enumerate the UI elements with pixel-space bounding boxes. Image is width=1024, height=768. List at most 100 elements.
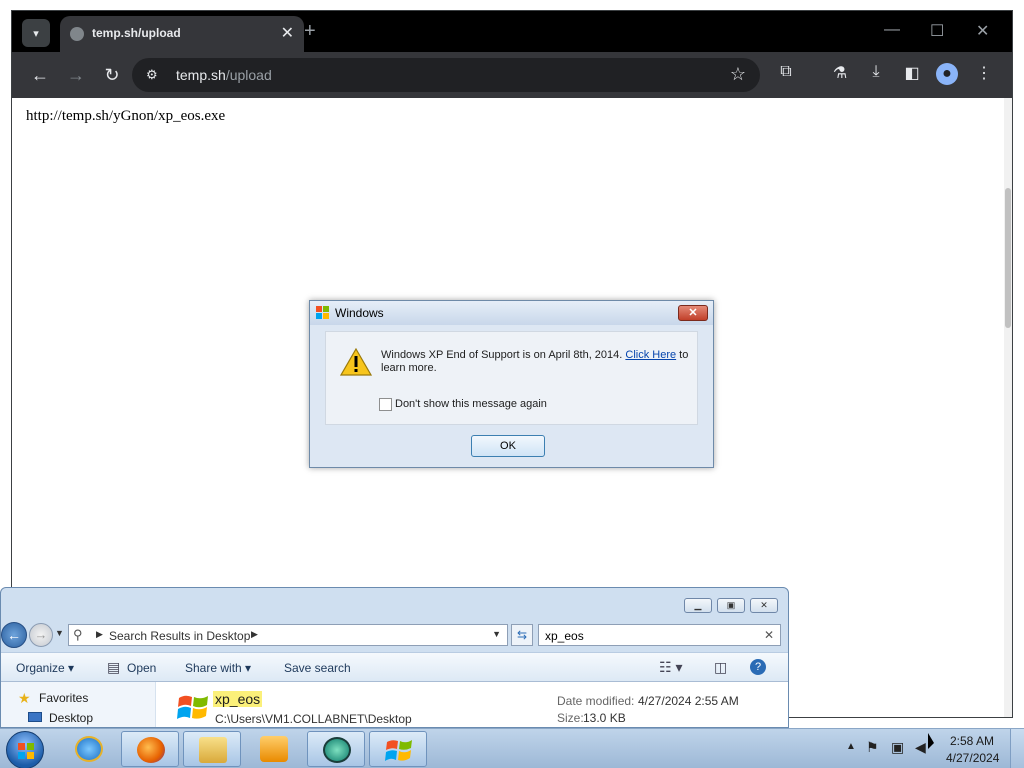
- show-desktop-button[interactable]: [1010, 729, 1024, 768]
- open-button[interactable]: Open: [127, 661, 156, 675]
- dont-show-checkbox-label[interactable]: Don't show this message again: [395, 398, 547, 410]
- url-path: /upload: [225, 67, 272, 83]
- explorer-restore-button[interactable]: ▣: [717, 598, 745, 613]
- explorer-minimize-button[interactable]: ▁: [684, 598, 712, 613]
- recent-pages-dropdown-icon[interactable]: ▼: [55, 628, 64, 638]
- back-arrow-icon[interactable]: ←: [1, 622, 27, 648]
- address-dropdown-icon[interactable]: ▼: [492, 629, 501, 639]
- site-info-icon[interactable]: ⚙: [146, 67, 158, 83]
- size-value: 13.0 KB: [583, 711, 626, 725]
- minimize-button[interactable]: —: [884, 21, 900, 39]
- download-icon[interactable]: ⤓: [864, 63, 888, 81]
- folder-icon: [199, 737, 227, 763]
- internet-explorer-icon: [75, 736, 103, 762]
- windows-flag-icon: [177, 695, 208, 719]
- explorer-search-input[interactable]: xp_eos ✕: [538, 624, 781, 646]
- firefox-icon: [137, 737, 165, 763]
- taskbar-media-player[interactable]: [245, 731, 303, 767]
- network-icon[interactable]: ▣: [891, 739, 904, 756]
- search-result-item[interactable]: xp_eos C:\Users\VM1.COLLABNET\Desktop Da…: [171, 684, 783, 727]
- url-host: temp.sh: [176, 67, 226, 83]
- dialog-close-button[interactable]: ✕: [678, 305, 708, 321]
- ok-button[interactable]: OK: [471, 435, 545, 457]
- profile-avatar-icon[interactable]: ●: [936, 63, 958, 85]
- globe-icon: [323, 737, 351, 763]
- warning-icon: [340, 348, 372, 376]
- search-magnifier-icon: ⚲: [73, 627, 83, 642]
- dialog-titlebar[interactable]: Windows ✕: [310, 301, 713, 325]
- side-panel-icon[interactable]: ◧: [900, 63, 924, 83]
- media-player-icon: [260, 736, 288, 762]
- scrollbar-thumb[interactable]: [1005, 188, 1011, 328]
- mouse-cursor-icon: [928, 733, 934, 749]
- clock-date[interactable]: 4/27/2024: [946, 751, 999, 765]
- explorer-address-row: ← → ▼ ⚲ ▶ Search Results in Desktop ▶ ▼ …: [1, 622, 788, 648]
- explorer-window: ▁ ▣ ✕ ← → ▼ ⚲ ▶ Search Results in Deskto…: [0, 587, 789, 728]
- breadcrumb-chevron-icon[interactable]: ▶: [251, 629, 258, 640]
- extensions-icon[interactable]: ⧉: [774, 63, 798, 81]
- taskbar: ▲ ⚑ ▣ ◀ 2:58 AM 4/27/2024: [0, 728, 1024, 768]
- forward-icon[interactable]: →: [64, 63, 88, 87]
- dialog-title: Windows: [335, 306, 384, 320]
- breadcrumb[interactable]: Search Results in Desktop: [109, 629, 250, 643]
- explorer-close-button[interactable]: ✕: [750, 598, 778, 613]
- taskbar-firefox[interactable]: [121, 731, 179, 767]
- menu-kebab-icon[interactable]: ⋮: [972, 63, 996, 83]
- tab-title: temp.sh/upload: [92, 26, 181, 40]
- result-file-path: C:\Users\VM1.COLLABNET\Desktop: [215, 712, 412, 726]
- volume-muted-icon[interactable]: ◀: [915, 739, 926, 756]
- navigation-pane: ★ Favorites Desktop: [1, 682, 156, 727]
- search-query: xp_eos: [545, 629, 584, 643]
- tab-search-button[interactable]: ▾: [22, 19, 50, 47]
- forward-arrow-icon[interactable]: →: [29, 623, 53, 647]
- breadcrumb-chevron-icon[interactable]: ▶: [96, 629, 103, 640]
- maximize-button[interactable]: ☐: [930, 21, 944, 41]
- tab-bar: ▾ temp.sh/upload ✕ + — ☐ ✕: [12, 11, 1012, 52]
- dont-show-checkbox[interactable]: [379, 398, 392, 411]
- save-search-button[interactable]: Save search: [284, 661, 351, 675]
- show-hidden-icons-icon[interactable]: ▲: [846, 741, 856, 752]
- taskbar-globe-app[interactable]: [307, 731, 365, 767]
- refresh-icon[interactable]: ⇆: [511, 624, 533, 646]
- dialog-body: Windows XP End of Support is on April 8t…: [325, 331, 698, 425]
- organize-button[interactable]: Organize ▾: [16, 661, 74, 675]
- tab-temp-sh-upload[interactable]: temp.sh/upload ✕: [60, 16, 304, 52]
- taskbar-windows-xp-eos[interactable]: [369, 731, 427, 767]
- share-with-button[interactable]: Share with ▾: [185, 661, 251, 675]
- back-icon[interactable]: ←: [28, 63, 52, 87]
- nav-item-favorites[interactable]: Favorites: [39, 691, 88, 705]
- click-here-link[interactable]: Click Here: [625, 349, 676, 361]
- start-button[interactable]: [6, 731, 44, 768]
- view-options-icon[interactable]: ☷ ▾: [659, 659, 682, 676]
- date-modified-label: Date modified:: [557, 694, 635, 708]
- open-icon: ▤: [107, 659, 121, 675]
- result-file-name: xp_eos: [213, 691, 263, 707]
- size-label: Size:: [557, 711, 584, 725]
- windows-logo-icon: [18, 743, 34, 759]
- tab-close-button[interactable]: ✕: [281, 23, 294, 43]
- labs-flask-icon[interactable]: ⚗: [828, 63, 852, 83]
- page-url-text: http://temp.sh/yGnon/xp_eos.exe: [26, 108, 226, 124]
- explorer-body: ★ Favorites Desktop xp_eos C:\Users\VM1.…: [1, 682, 788, 727]
- explorer-address-bar[interactable]: ⚲ ▶ Search Results in Desktop ▶ ▼: [68, 624, 508, 646]
- favorites-star-icon: ★: [18, 690, 31, 706]
- taskbar-internet-explorer[interactable]: [60, 731, 118, 767]
- clock-time[interactable]: 2:58 AM: [950, 734, 994, 748]
- reload-icon[interactable]: ↻: [100, 63, 124, 87]
- clear-search-icon[interactable]: ✕: [764, 628, 774, 642]
- action-center-flag-icon[interactable]: ⚑: [866, 739, 879, 756]
- preview-pane-icon[interactable]: ◫: [714, 659, 727, 676]
- nav-item-desktop[interactable]: Desktop: [49, 711, 93, 725]
- bookmark-star-icon[interactable]: ☆: [730, 64, 746, 85]
- page-scrollbar[interactable]: [1004, 98, 1012, 717]
- address-bar[interactable]: ⚙ temp.sh/upload ☆: [132, 58, 760, 92]
- globe-icon: [70, 27, 84, 41]
- taskbar-file-explorer[interactable]: [183, 731, 241, 767]
- dialog-message-text: Windows XP End of Support is on April 8t…: [381, 349, 626, 361]
- help-icon[interactable]: ?: [750, 659, 766, 675]
- close-window-button[interactable]: ✕: [976, 21, 989, 41]
- date-modified-value: 4/27/2024 2:55 AM: [638, 694, 739, 708]
- windows-dialog: Windows ✕ Windows XP End of Support is o…: [309, 300, 714, 468]
- url-text: temp.sh/upload: [176, 67, 272, 83]
- new-tab-button[interactable]: +: [304, 20, 316, 43]
